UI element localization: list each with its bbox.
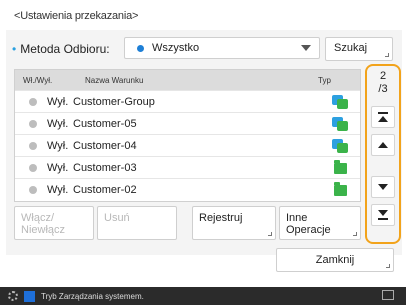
item-name: Customer-Group — [73, 95, 155, 108]
item-name: Customer-05 — [73, 117, 137, 130]
toggle-label-1: Włącz/ — [21, 212, 54, 224]
group-icon — [332, 116, 348, 131]
corner-icon — [385, 53, 389, 57]
register-label: Rejestruj — [199, 212, 243, 224]
radio-icon — [29, 141, 37, 150]
item-status: Wył. — [47, 117, 69, 130]
search-label: Szukaj — [334, 42, 368, 54]
register-button[interactable]: Rejestruj — [192, 206, 276, 240]
item-status: Wył. — [47, 183, 69, 196]
arrow-up-icon — [378, 142, 388, 148]
chevron-down-icon — [301, 45, 311, 51]
list-header: Wł./Wył. Nazwa Warunku Typ — [15, 70, 360, 90]
group-icon — [332, 138, 348, 153]
folder-icon — [333, 160, 347, 174]
item-status: Wył. — [47, 95, 69, 108]
method-selected: Wszystko — [152, 42, 200, 54]
radio-icon — [29, 185, 37, 194]
close-label: Zamknij — [315, 254, 355, 266]
header-type: Typ — [318, 75, 331, 85]
list-item[interactable]: Wył. Customer-02 — [15, 178, 360, 200]
list-item[interactable]: Wył. Customer-03 — [15, 156, 360, 178]
page-title: <Ustawienia przekazania> — [14, 10, 139, 22]
corner-icon — [268, 232, 272, 236]
method-dropdown[interactable]: Wszystko — [124, 37, 320, 59]
method-row: • Metoda Odbioru: — [12, 38, 110, 60]
radio-icon — [29, 97, 37, 106]
next-page-button[interactable] — [371, 176, 395, 198]
dot-icon — [137, 44, 144, 52]
method-label: Metoda Odbioru: — [20, 42, 110, 56]
item-status: Wył. — [47, 161, 69, 174]
header-status: Wł./Wył. — [23, 75, 53, 85]
group-icon — [332, 94, 348, 109]
system-mode-icon — [24, 290, 35, 302]
item-name: Customer-03 — [73, 161, 137, 174]
corner-icon — [386, 264, 390, 268]
other-operations-button[interactable]: Inne Operacje — [279, 206, 361, 240]
last-page-button[interactable] — [371, 204, 395, 226]
status-text: Tryb Zarządzania systemem. — [41, 291, 144, 301]
toggle-button[interactable]: Włącz/ Niewłącz — [14, 206, 94, 240]
corner-icon — [353, 232, 357, 236]
radio-icon — [29, 119, 37, 128]
arrow-down-icon — [378, 184, 388, 190]
gear-icon — [8, 291, 18, 301]
delete-label: Usuń — [104, 212, 130, 224]
close-button[interactable]: Zamknij — [276, 248, 394, 272]
previous-page-button[interactable] — [371, 134, 395, 156]
window-icon[interactable] — [382, 290, 394, 300]
list-item[interactable]: Wył. Customer-04 — [15, 134, 360, 156]
item-name: Customer-04 — [73, 139, 137, 152]
status-bar: Tryb Zarządzania systemem. — [0, 287, 406, 305]
search-button[interactable]: Szukaj — [325, 37, 393, 61]
bullet-icon: • — [12, 42, 17, 56]
item-name: Customer-02 — [73, 183, 137, 196]
page-total: /3 — [378, 83, 388, 95]
page-navigator: 2 /3 — [365, 64, 401, 244]
delete-button[interactable]: Usuń — [97, 206, 177, 240]
last-page-icon — [378, 210, 388, 220]
first-page-icon — [378, 112, 388, 122]
other-label-2: Operacje — [286, 224, 331, 236]
first-page-button[interactable] — [371, 106, 395, 128]
item-status: Wył. — [47, 139, 69, 152]
page-current: 2 — [379, 70, 387, 82]
radio-icon — [29, 163, 37, 172]
list-item[interactable]: Wył. Customer-05 — [15, 112, 360, 134]
header-name: Nazwa Warunku — [85, 75, 144, 85]
conditions-list: Wł./Wył. Nazwa Warunku Typ Wył. Customer… — [14, 69, 361, 202]
toggle-label-2: Niewłącz — [21, 224, 66, 236]
folder-icon — [333, 182, 347, 196]
other-label-1: Inne — [286, 212, 308, 224]
list-item[interactable]: Wył. Customer-Group — [15, 90, 360, 112]
